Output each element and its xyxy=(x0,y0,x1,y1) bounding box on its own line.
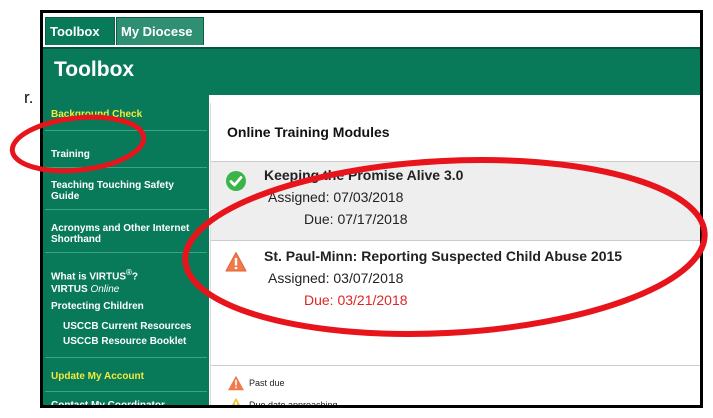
sidebar-divider xyxy=(45,391,207,392)
sidebar-item-update-my-account[interactable]: Update My Account xyxy=(51,371,205,382)
module-due-date: Due: 03/21/2018 xyxy=(304,292,408,308)
sidebar-item-usccb-resource-booklet[interactable]: USCCB Resource Booklet xyxy=(63,336,217,347)
sidebar-divider xyxy=(45,252,207,253)
sidebar-item-acronyms[interactable]: Acronyms and Other Internet Shorthand xyxy=(51,223,205,245)
sidebar-item-protecting-children[interactable]: Protecting Children xyxy=(51,301,205,312)
sidebar-item-contact-my-coordinator[interactable]: Contact My Coordinator xyxy=(51,400,205,405)
sidebar-item-label: Online xyxy=(90,284,120,295)
module-due-date: Due: 07/17/2018 xyxy=(304,211,408,227)
legend-due-approaching: Due date approaching xyxy=(227,397,338,405)
sidebar-item-what-is-virtus[interactable]: What is VIRTUS®? xyxy=(51,267,205,282)
legend-divider xyxy=(211,365,700,366)
check-circle-icon xyxy=(226,171,246,191)
module-assigned-date: Assigned: 07/03/2018 xyxy=(268,189,404,205)
warning-triangle-red-icon xyxy=(228,375,244,391)
tab-bar: Toolbox My Diocese xyxy=(43,13,700,47)
sidebar-divider xyxy=(45,209,207,210)
module-name[interactable]: Keeping the Promise Alive 3.0 xyxy=(264,167,463,183)
screenshot-frame: Toolbox My Diocese Toolbox Background Ch… xyxy=(40,10,703,408)
sidebar-item-label: What is VIRTUS xyxy=(51,271,127,283)
sidebar-item-background-check[interactable]: Background Check xyxy=(51,109,205,120)
main-panel: Online Training Modules Keeping the Prom… xyxy=(210,103,700,405)
sidebar: Background Check Training Teaching Touch… xyxy=(43,95,209,405)
sidebar-item-training[interactable]: Training xyxy=(51,149,205,160)
sidebar-divider xyxy=(45,357,207,358)
module-name[interactable]: St. Paul-Minn: Reporting Suspected Child… xyxy=(264,248,622,264)
training-module-row[interactable]: Keeping the Promise Alive 3.0 Assigned: … xyxy=(211,161,700,241)
outside-text: r. xyxy=(24,88,34,107)
legend-label: Due date approaching xyxy=(249,400,338,408)
sidebar-item-teaching-touching-safety-guide[interactable]: Teaching Touching Safety Guide xyxy=(51,180,205,202)
sidebar-item-label: VIRTUS xyxy=(51,284,91,295)
header-title: Toolbox xyxy=(54,58,135,81)
sidebar-item-usccb-current-resources[interactable]: USCCB Current Resources xyxy=(63,321,217,332)
sidebar-divider xyxy=(45,167,207,168)
toolbox-header: Toolbox xyxy=(43,47,700,95)
legend-label: Past due xyxy=(249,378,285,388)
sidebar-item-label: ? xyxy=(131,271,139,283)
module-assigned-date: Assigned: 03/07/2018 xyxy=(268,270,404,286)
page-title: Online Training Modules xyxy=(227,124,390,140)
training-module-row[interactable]: St. Paul-Minn: Reporting Suspected Child… xyxy=(211,243,700,323)
warning-triangle-icon xyxy=(225,252,247,272)
legend-past-due: Past due xyxy=(227,375,285,393)
sidebar-divider xyxy=(45,130,207,131)
tab-toolbox[interactable]: Toolbox xyxy=(45,17,115,45)
warning-triangle-yellow-icon xyxy=(232,397,240,405)
sidebar-item-virtus-online[interactable]: VIRTUS Online xyxy=(51,284,205,295)
tab-my-diocese[interactable]: My Diocese xyxy=(116,17,204,45)
